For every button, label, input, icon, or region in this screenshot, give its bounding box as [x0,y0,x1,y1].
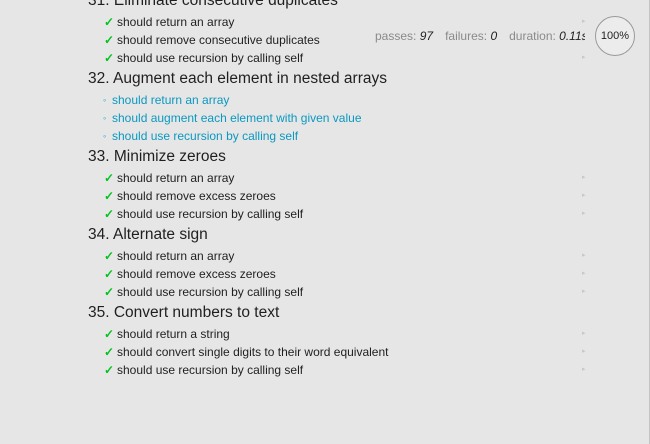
check-icon: ✓ [104,249,115,263]
test-title[interactable]: should use recursion by calling self [117,361,303,379]
replay-arrow-icon[interactable]: ▸ [582,49,586,67]
test-item-pending: ◦ should augment each element with given… [0,109,596,127]
failures-stat[interactable]: failures: 0 [445,29,497,43]
test-item-pending: ◦ should return an array [0,91,596,109]
test-title[interactable]: should use recursion by calling self [117,283,303,301]
test-item[interactable]: ✓ should use recursion by calling self ▸ [0,361,596,379]
test-item[interactable]: ✓ should return an array ▸ [0,247,596,265]
test-item[interactable]: ✓ should remove excess zeroes ▸ [0,265,596,283]
replay-arrow-icon[interactable]: ▸ [582,205,586,223]
suite: 32. Augment each element in nested array… [0,67,596,145]
test-item[interactable]: ✓ should return an array ▸ [0,169,596,187]
test-title: should return an array [112,93,230,107]
suite-title[interactable]: 32. Augment each element in nested array… [0,67,596,91]
check-icon: ✓ [104,33,115,47]
test-item[interactable]: ✓ should use recursion by calling self ▸ [0,205,596,223]
suite-title[interactable]: 31. Eliminate consecutive duplicates [0,0,596,13]
test-title[interactable]: should return an array [117,13,234,31]
test-title[interactable]: should return an array [117,169,234,187]
test-title[interactable]: should remove excess zeroes [117,265,276,283]
replay-arrow-icon[interactable]: ▸ [582,169,586,187]
test-title[interactable]: should return a string [117,325,230,343]
check-icon: ✓ [104,207,115,221]
suite-title[interactable]: 34. Alternate sign [0,223,596,247]
replay-arrow-icon[interactable]: ▸ [582,325,586,343]
check-icon: ✓ [104,363,115,377]
duration-label: duration: [509,29,556,43]
check-icon: ✓ [104,327,115,341]
pending-dot-icon: ◦ [103,95,107,105]
test-item[interactable]: ✓ should use recursion by calling self ▸ [0,49,596,67]
test-item[interactable]: ✓ should return a string ▸ [0,325,596,343]
passes-count: 97 [419,29,434,43]
replay-arrow-icon[interactable]: ▸ [582,343,586,361]
replay-arrow-icon[interactable]: ▸ [582,361,586,379]
check-icon: ✓ [104,15,115,29]
suite: 35. Convert numbers to text ✓ should ret… [0,301,596,379]
test-title[interactable]: should return an array [117,247,234,265]
check-icon: ✓ [104,171,115,185]
passes-label: passes: [375,29,417,43]
suite: 33. Minimize zeroes ✓ should return an a… [0,145,596,223]
suite: 34. Alternate sign ✓ should return an ar… [0,223,596,301]
test-report: 31. Eliminate consecutive duplicates ✓ s… [0,0,596,379]
duration-stat: duration: 0.11s [509,29,585,43]
test-title[interactable]: should use recursion by calling self [117,205,303,223]
test-title[interactable]: should convert single digits to their wo… [117,343,389,361]
test-title: should augment each element with given v… [112,111,362,125]
test-title[interactable]: should use recursion by calling self [117,49,303,67]
suite-title[interactable]: 35. Convert numbers to text [0,301,596,325]
test-item-pending: ◦ should use recursion by calling self [0,127,596,145]
failures-label: failures: [445,29,488,43]
test-title[interactable]: should remove consecutive duplicates [117,31,320,49]
test-item[interactable]: ✓ should remove excess zeroes ▸ [0,187,596,205]
test-item[interactable]: ✓ should convert single digits to their … [0,343,596,361]
check-icon: ✓ [104,285,115,299]
replay-arrow-icon[interactable]: ▸ [582,265,586,283]
failures-count: 0 [490,29,498,43]
stats-bar: passes: 97 failures: 0 duration: 0.11s [375,28,585,44]
suite-title[interactable]: 33. Minimize zeroes [0,145,596,169]
passes-stat[interactable]: passes: 97 [375,29,433,43]
check-icon: ✓ [104,189,115,203]
duration-value: 0.11s [559,29,585,43]
test-title: should use recursion by calling self [112,129,299,143]
replay-arrow-icon[interactable]: ▸ [582,187,586,205]
replay-arrow-icon[interactable]: ▸ [582,247,586,265]
check-icon: ✓ [104,51,115,65]
progress-percent: 100% [600,30,630,42]
check-icon: ✓ [104,267,115,281]
check-icon: ✓ [104,345,115,359]
test-item[interactable]: ✓ should use recursion by calling self ▸ [0,283,596,301]
progress-ring: 100% [595,16,635,56]
test-title[interactable]: should remove excess zeroes [117,187,276,205]
pending-dot-icon: ◦ [103,113,107,123]
pending-dot-icon: ◦ [103,131,107,141]
replay-arrow-icon[interactable]: ▸ [582,283,586,301]
